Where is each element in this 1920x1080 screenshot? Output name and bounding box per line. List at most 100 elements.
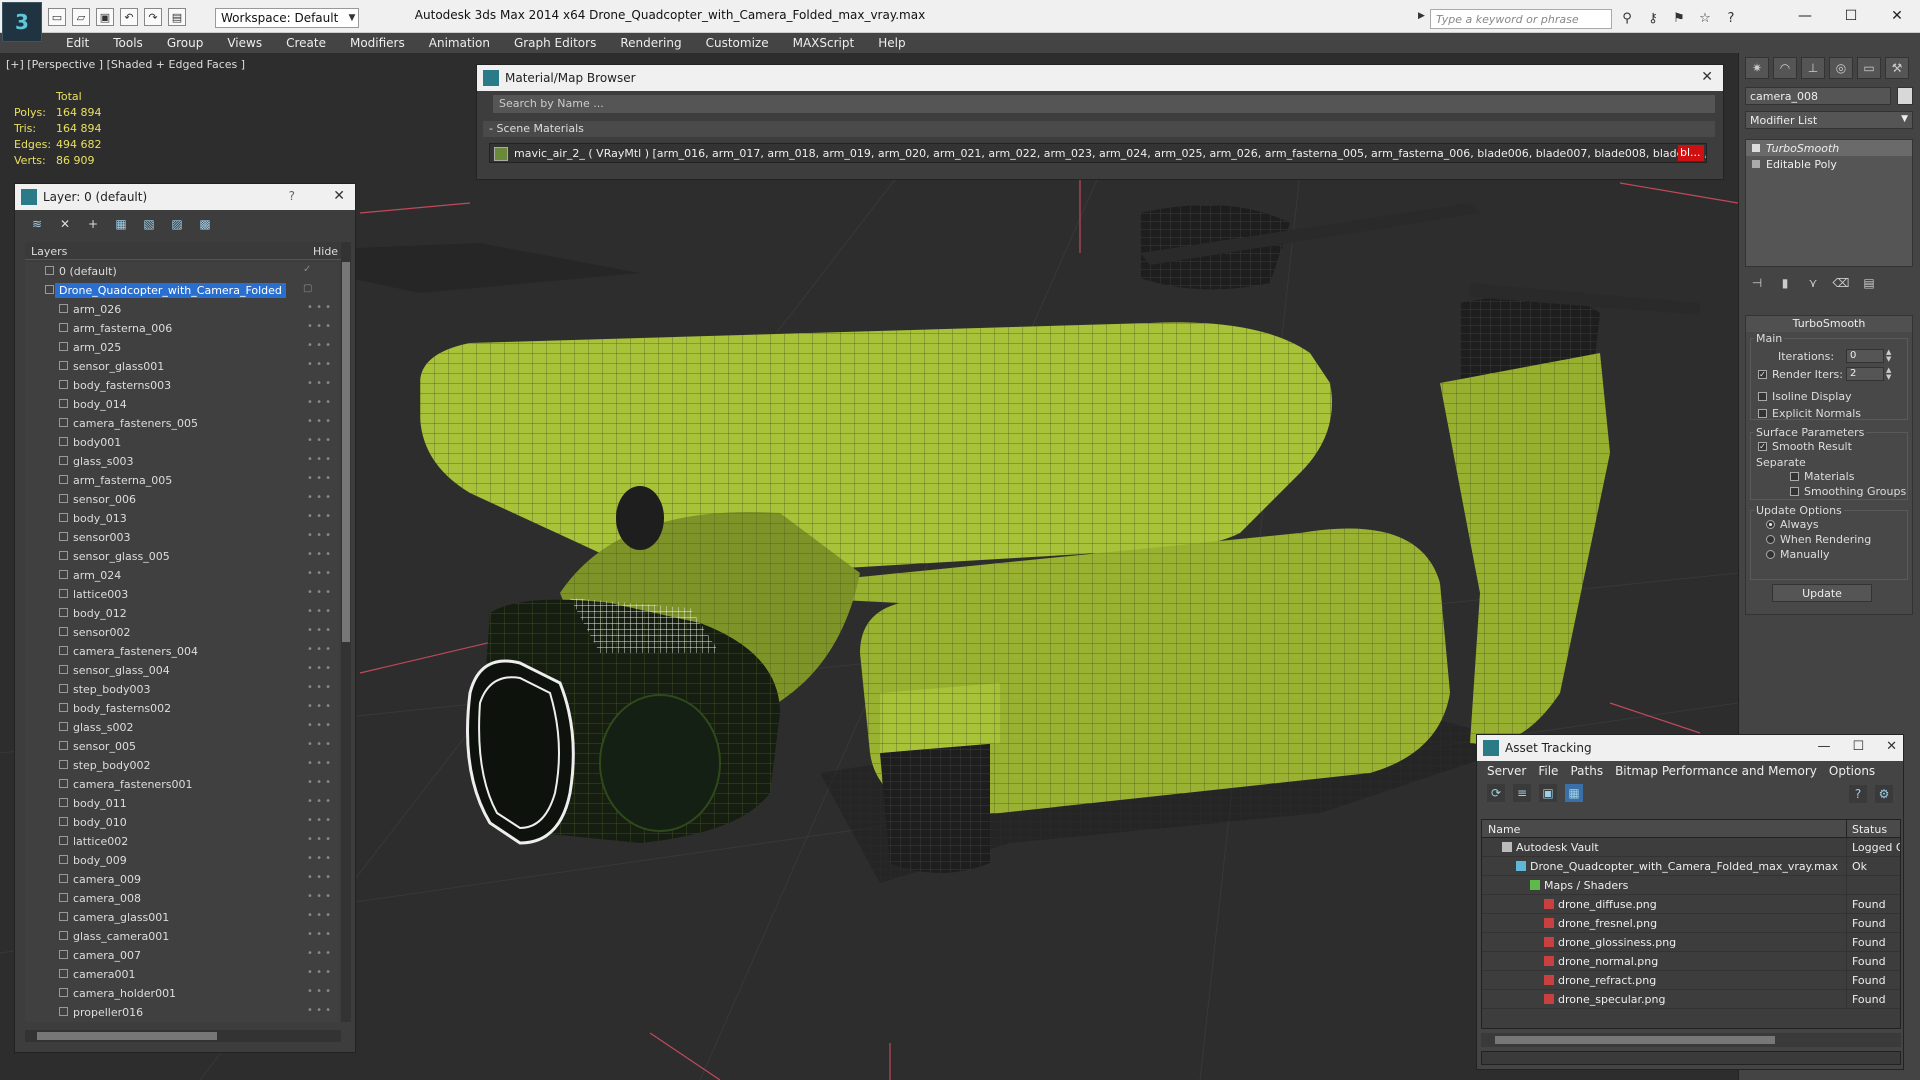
configure-sets-icon[interactable]: ▤ bbox=[1861, 275, 1877, 291]
asset-row[interactable]: drone_diffuse.png Found bbox=[1482, 895, 1900, 914]
layer-row[interactable]: Drone_Quadcopter_with_Camera_Folded ▢ bbox=[25, 281, 339, 300]
asset-tracking-title-bar[interactable]: Asset Tracking — ☐ ✕ bbox=[1477, 735, 1903, 761]
menu-modifiers[interactable]: Modifiers bbox=[338, 36, 417, 50]
asset-menu-bitmap-performance[interactable]: Bitmap Performance and Memory bbox=[1609, 764, 1823, 778]
column-hide[interactable]: Hide bbox=[313, 245, 338, 258]
hide-all-icon[interactable]: ▨ bbox=[169, 216, 185, 232]
manually-radio[interactable] bbox=[1766, 550, 1775, 559]
hide-dots-icon[interactable]: • • • bbox=[307, 834, 331, 845]
layer-object-row[interactable]: lattice003 • • • bbox=[25, 585, 339, 604]
hide-toggle[interactable]: ▢ bbox=[303, 283, 312, 294]
hide-toggle[interactable]: ✓ bbox=[303, 264, 311, 275]
asset-menu-options[interactable]: Options bbox=[1823, 764, 1881, 778]
layer-object-row[interactable]: sensor002 • • • bbox=[25, 623, 339, 642]
asset-horizontal-scrollbar[interactable] bbox=[1481, 1033, 1901, 1047]
hide-dots-icon[interactable]: • • • bbox=[307, 492, 331, 503]
rollout-title[interactable]: TurboSmooth bbox=[1746, 316, 1912, 332]
scene-materials-section[interactable]: - Scene Materials bbox=[483, 121, 1715, 137]
render-iters-checkbox[interactable]: ✓ bbox=[1758, 370, 1767, 379]
delete-layer-icon[interactable]: ✕ bbox=[57, 216, 73, 232]
menu-graph-editors[interactable]: Graph Editors bbox=[502, 36, 608, 50]
layer-object-row[interactable]: sensor_006 • • • bbox=[25, 490, 339, 509]
hide-dots-icon[interactable]: • • • bbox=[307, 1005, 331, 1016]
hide-dots-icon[interactable]: • • • bbox=[307, 302, 331, 313]
layer-object-row[interactable]: glass_s002 • • • bbox=[25, 718, 339, 737]
layer-object-row[interactable]: camera_fasteners001 • • • bbox=[25, 775, 339, 794]
hide-dots-icon[interactable]: • • • bbox=[307, 416, 331, 427]
column-status[interactable]: Status bbox=[1852, 823, 1887, 836]
layer-row[interactable]: 0 (default) ✓ bbox=[25, 262, 339, 281]
close-icon[interactable]: ✕ bbox=[333, 188, 345, 204]
asset-row[interactable]: drone_glossiness.png Found bbox=[1482, 933, 1900, 952]
stack-item-turbosmooth[interactable]: TurboSmooth bbox=[1746, 140, 1912, 156]
menu-animation[interactable]: Animation bbox=[417, 36, 502, 50]
binoculars-icon[interactable]: ⚲ bbox=[1617, 9, 1637, 27]
hide-dots-icon[interactable]: • • • bbox=[307, 644, 331, 655]
modifier-list-dropdown[interactable]: Modifier List ▼ bbox=[1745, 111, 1913, 129]
chevron-right-icon[interactable]: ▶ bbox=[1418, 11, 1425, 21]
asset-row[interactable]: drone_refract.png Found bbox=[1482, 971, 1900, 990]
update-button[interactable]: Update bbox=[1772, 584, 1872, 602]
hide-dots-icon[interactable]: • • • bbox=[307, 853, 331, 864]
help-icon[interactable]: ? bbox=[1849, 785, 1867, 803]
hide-dots-icon[interactable]: • • • bbox=[307, 682, 331, 693]
asset-row[interactable]: drone_normal.png Found bbox=[1482, 952, 1900, 971]
iterations-spinner[interactable]: 0 bbox=[1846, 349, 1884, 363]
layer-object-row[interactable]: camera001 • • • bbox=[25, 965, 339, 984]
menu-help[interactable]: Help bbox=[866, 36, 917, 50]
hide-dots-icon[interactable]: • • • bbox=[307, 606, 331, 617]
freeze-all-icon[interactable]: ▩ bbox=[197, 216, 213, 232]
hide-dots-icon[interactable]: • • • bbox=[307, 397, 331, 408]
lightbulb-icon[interactable] bbox=[1752, 144, 1760, 152]
layer-object-row[interactable]: camera_glass001 • • • bbox=[25, 908, 339, 927]
layer-object-row[interactable]: camera_008 • • • bbox=[25, 889, 339, 908]
scrollbar-thumb[interactable] bbox=[1495, 1036, 1775, 1044]
layer-object-row[interactable]: sensor_005 • • • bbox=[25, 737, 339, 756]
remove-modifier-icon[interactable]: ⌫ bbox=[1833, 275, 1850, 291]
layer-object-row[interactable]: arm_fasterna_006 • • • bbox=[25, 319, 339, 338]
always-radio[interactable] bbox=[1766, 520, 1775, 529]
asset-row[interactable]: Drone_Quadcopter_with_Camera_Folded_max_… bbox=[1482, 857, 1900, 876]
close-icon[interactable]: ✕ bbox=[1886, 739, 1897, 754]
layer-object-row[interactable]: step_body003 • • • bbox=[25, 680, 339, 699]
create-layer-icon[interactable]: ≋ bbox=[29, 216, 45, 232]
when-rendering-radio[interactable] bbox=[1766, 535, 1775, 544]
motion-tab-icon[interactable]: ◎ bbox=[1829, 57, 1853, 79]
display-tab-icon[interactable]: ▭ bbox=[1857, 57, 1881, 79]
minimize-button[interactable]: — bbox=[1782, 0, 1828, 32]
hide-dots-icon[interactable]: • • • bbox=[307, 568, 331, 579]
menu-tools[interactable]: Tools bbox=[101, 36, 155, 50]
layer-object-row[interactable]: body_009 • • • bbox=[25, 851, 339, 870]
layer-object-row[interactable]: body_013 • • • bbox=[25, 509, 339, 528]
key-icon[interactable]: ⚷ bbox=[1643, 9, 1663, 27]
hide-dots-icon[interactable]: • • • bbox=[307, 929, 331, 940]
pin-stack-icon[interactable]: ⊣ bbox=[1749, 275, 1765, 291]
help-search-input[interactable]: Type a keyword or phrase bbox=[1430, 9, 1612, 29]
hide-dots-icon[interactable]: • • • bbox=[307, 701, 331, 712]
asset-menu-paths[interactable]: Paths bbox=[1564, 764, 1609, 778]
table-view-icon[interactable]: ▦ bbox=[1565, 784, 1583, 802]
layer-object-row[interactable]: glass_camera001 • • • bbox=[25, 927, 339, 946]
hide-dots-icon[interactable]: • • • bbox=[307, 986, 331, 997]
hide-dots-icon[interactable]: • • • bbox=[307, 530, 331, 541]
layer-object-row[interactable]: sensor003 • • • bbox=[25, 528, 339, 547]
hide-dots-icon[interactable]: • • • bbox=[307, 321, 331, 332]
stack-item-editable-poly[interactable]: Editable Poly bbox=[1746, 156, 1912, 172]
settings-icon[interactable]: ⚙ bbox=[1875, 785, 1893, 803]
make-unique-icon[interactable]: ⋎ bbox=[1805, 275, 1821, 291]
hide-dots-icon[interactable]: • • • bbox=[307, 378, 331, 389]
explicit-normals-checkbox[interactable] bbox=[1758, 409, 1767, 418]
close-button[interactable]: ✕ bbox=[1874, 0, 1920, 32]
favorites-star-icon[interactable]: ☆ bbox=[1695, 9, 1715, 27]
layer-object-row[interactable]: step_body002 • • • bbox=[25, 756, 339, 775]
menu-group[interactable]: Group bbox=[155, 36, 216, 50]
layer-object-row[interactable]: body_fasterns002 • • • bbox=[25, 699, 339, 718]
asset-row[interactable]: Maps / Shaders bbox=[1482, 876, 1900, 895]
layer-object-row[interactable]: body_011 • • • bbox=[25, 794, 339, 813]
spinner-arrows-icon[interactable]: ▲ ▼ bbox=[1886, 349, 1894, 363]
asset-row[interactable]: Autodesk Vault Logged Ou bbox=[1482, 838, 1900, 857]
menu-views[interactable]: Views bbox=[215, 36, 274, 50]
scrollbar-thumb[interactable] bbox=[37, 1032, 217, 1040]
layer-object-row[interactable]: arm_024 • • • bbox=[25, 566, 339, 585]
layer-object-row[interactable]: camera_009 • • • bbox=[25, 870, 339, 889]
